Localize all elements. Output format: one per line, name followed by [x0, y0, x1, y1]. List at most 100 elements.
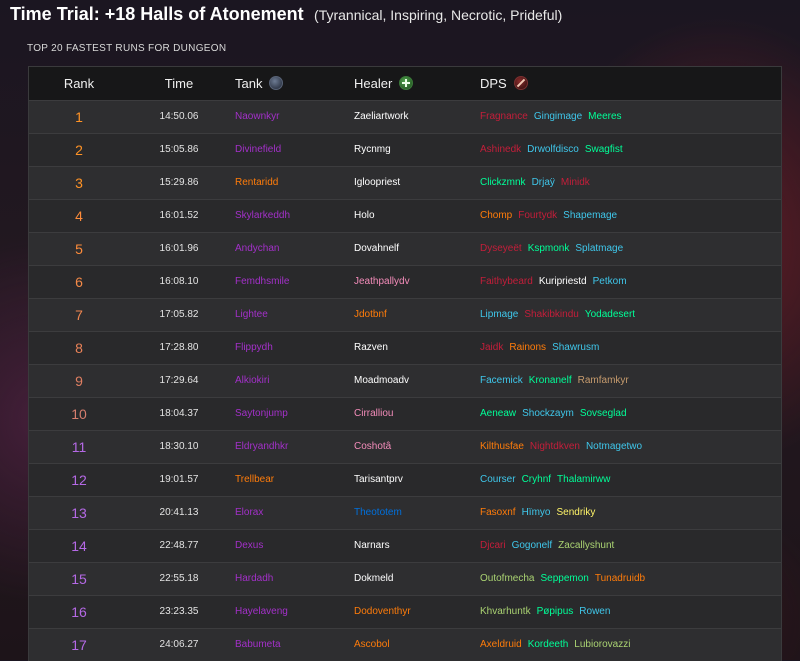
dps-player-link[interactable]: Fasoxnf [480, 507, 516, 518]
dps-player-link[interactable]: Cryhnf [522, 474, 551, 485]
dps-player-link[interactable]: Drjaÿ [532, 177, 555, 188]
table-row[interactable]: 1 14:50.06 Naownkyr Zaeliartwork Fragnance Gi… [29, 100, 781, 133]
table-row[interactable]: 16 23:23.35 Hayelaveng Dodoventhyr Khvarhunt… [29, 595, 781, 628]
tank-player-link[interactable]: Flippydh [235, 332, 273, 364]
dps-player-link[interactable]: Clickzmnk [480, 177, 526, 188]
dps-player-link[interactable]: Shawrusm [552, 342, 599, 353]
dps-player-link[interactable]: Rainons [509, 342, 546, 353]
table-row[interactable]: 10 18:04.37 Saytonjump Cirralliou Aeneaw Shoc… [29, 397, 781, 430]
table-row[interactable]: 5 16:01.96 Andychan Dovahnelf Dyseyeët Kspmon… [29, 232, 781, 265]
table-row[interactable]: 9 17:29.64 Alkiokiri Moadmoadv Facemick Krona… [29, 364, 781, 397]
table-row[interactable]: 6 16:08.10 Femdhsmile Jeathpallydv Faithybea… [29, 265, 781, 298]
healer-player-link[interactable]: Jeathpallydv [354, 266, 410, 298]
tank-player-link[interactable]: Saytonjump [235, 398, 288, 430]
dps-player-link[interactable]: Dyseyeët [480, 243, 522, 254]
healer-player-link[interactable]: Jdotbnf [354, 299, 387, 331]
table-row[interactable]: 13 20:41.13 Elorax Theototem Fasoxnf Hïmyo Sen… [29, 496, 781, 529]
tank-player-link[interactable]: Babumeta [235, 629, 281, 661]
dps-player-link[interactable]: Chomp [480, 210, 512, 221]
dps-player-link[interactable]: Drwolfdisco [527, 144, 579, 155]
dps-player-link[interactable]: Pøpipus [537, 606, 574, 617]
healer-player-link[interactable]: Zaeliartwork [354, 101, 408, 133]
tank-player-link[interactable]: Trellbear [235, 464, 274, 496]
healer-player-link[interactable]: Dovahnelf [354, 233, 399, 265]
dps-player-link[interactable]: Ramfamkyr [578, 375, 629, 386]
dps-player-link[interactable]: Nightdkven [530, 441, 580, 452]
dps-player-link[interactable]: Sendriky [556, 507, 595, 518]
healer-player-link[interactable]: Tarisantprv [354, 464, 403, 496]
table-row[interactable]: 2 15:05.86 Divinefield Rycnmg Ashinedk Drwolf… [29, 133, 781, 166]
dps-player-link[interactable]: Kilthusfae [480, 441, 524, 452]
tank-player-link[interactable]: Alkiokiri [235, 365, 269, 397]
dps-player-link[interactable]: Sovseglad [580, 408, 627, 419]
healer-player-link[interactable]: Holo [354, 200, 375, 232]
dps-player-link[interactable]: Outofmecha [480, 573, 534, 584]
dps-player-link[interactable]: Yodadesert [585, 309, 635, 320]
table-row[interactable]: 15 22:55.18 Hardadh Dokmeld Outofmecha Seppem… [29, 562, 781, 595]
healer-player-link[interactable]: Cirralliou [354, 398, 393, 430]
dps-player-link[interactable]: Meeres [588, 111, 621, 122]
dps-player-link[interactable]: Kuripriestd [539, 276, 587, 287]
dps-player-link[interactable]: Jaidk [480, 342, 503, 353]
tank-player-link[interactable]: Hayelaveng [235, 596, 288, 628]
dps-player-link[interactable]: Aeneaw [480, 408, 516, 419]
healer-player-link[interactable]: Theototem [354, 497, 402, 529]
dps-player-link[interactable]: Gogonelf [512, 540, 553, 551]
dps-player-link[interactable]: Ashinedk [480, 144, 521, 155]
tank-player-link[interactable]: Elorax [235, 497, 263, 529]
dps-player-link[interactable]: Petkom [593, 276, 627, 287]
dps-player-link[interactable]: Swagfist [585, 144, 623, 155]
healer-player-link[interactable]: Ascobol [354, 629, 390, 661]
dps-player-link[interactable]: Seppemon [540, 573, 588, 584]
table-row[interactable]: 7 17:05.82 Lightee Jdotbnf Lipmage Shakibkind… [29, 298, 781, 331]
healer-player-link[interactable]: Dodoventhyr [354, 596, 411, 628]
tank-player-link[interactable]: Eldryandhkr [235, 431, 288, 463]
dps-player-link[interactable]: Notmagetwo [586, 441, 642, 452]
table-row[interactable]: 4 16:01.52 Skylarkeddh Holo Chomp Fourtydk Sha… [29, 199, 781, 232]
table-row[interactable]: 12 19:01.57 Trellbear Tarisantprv Courser Cry… [29, 463, 781, 496]
dps-player-link[interactable]: Kronanelf [529, 375, 572, 386]
dps-player-link[interactable]: Thalamirww [557, 474, 610, 485]
header-healer[interactable]: Healer [354, 67, 414, 100]
dps-player-link[interactable]: Splatmage [575, 243, 623, 254]
dps-player-link[interactable]: Kspmonk [528, 243, 570, 254]
healer-player-link[interactable]: Razven [354, 332, 388, 364]
healer-player-link[interactable]: Coshotâ [354, 431, 391, 463]
dps-player-link[interactable]: Faithybeard [480, 276, 533, 287]
tank-player-link[interactable]: Naownkyr [235, 101, 279, 133]
tank-player-link[interactable]: Divinefield [235, 134, 281, 166]
dps-player-link[interactable]: Minidk [561, 177, 590, 188]
table-row[interactable]: 17 24:06.27 Babumeta Ascobol Axeldruid Kordee… [29, 628, 781, 661]
tank-player-link[interactable]: Lightee [235, 299, 268, 331]
header-rank[interactable]: Rank [29, 67, 129, 100]
tank-player-link[interactable]: Andychan [235, 233, 279, 265]
tank-player-link[interactable]: Hardadh [235, 563, 273, 595]
healer-player-link[interactable]: Igloopriest [354, 167, 400, 199]
dps-player-link[interactable]: Khvarhuntk [480, 606, 531, 617]
dps-player-link[interactable]: Fragnance [480, 111, 528, 122]
tank-player-link[interactable]: Rentaridd [235, 167, 278, 199]
dps-player-link[interactable]: Shapemage [563, 210, 617, 221]
dps-player-link[interactable]: Tunadruidb [595, 573, 645, 584]
dps-player-link[interactable]: Facemick [480, 375, 523, 386]
dps-player-link[interactable]: Axeldruid [480, 639, 522, 650]
dps-player-link[interactable]: Lipmage [480, 309, 518, 320]
dps-player-link[interactable]: Rowen [579, 606, 610, 617]
table-row[interactable]: 11 18:30.10 Eldryandhkr Coshotâ Kilthusfae Ni… [29, 430, 781, 463]
dps-player-link[interactable]: Zacallyshunt [558, 540, 614, 551]
dps-player-link[interactable]: Shakibkindu [524, 309, 578, 320]
dps-player-link[interactable]: Fourtydk [518, 210, 557, 221]
table-row[interactable]: 8 17:28.80 Flippydh Razven Jaidk Rainons Shawr… [29, 331, 781, 364]
dps-player-link[interactable]: Djcari [480, 540, 506, 551]
dps-player-link[interactable]: Hïmyo [522, 507, 551, 518]
healer-player-link[interactable]: Rycnmg [354, 134, 391, 166]
dps-player-link[interactable]: Courser [480, 474, 516, 485]
header-tank[interactable]: Tank [235, 67, 284, 100]
tank-player-link[interactable]: Femdhsmile [235, 266, 289, 298]
healer-player-link[interactable]: Dokmeld [354, 563, 393, 595]
healer-player-link[interactable]: Moadmoadv [354, 365, 409, 397]
dps-player-link[interactable]: Lubiorovazzi [574, 639, 630, 650]
header-time[interactable]: Time [149, 67, 209, 100]
healer-player-link[interactable]: Narnars [354, 530, 390, 562]
table-row[interactable]: 3 15:29.86 Rentaridd Igloopriest Clickzmnk Dr… [29, 166, 781, 199]
